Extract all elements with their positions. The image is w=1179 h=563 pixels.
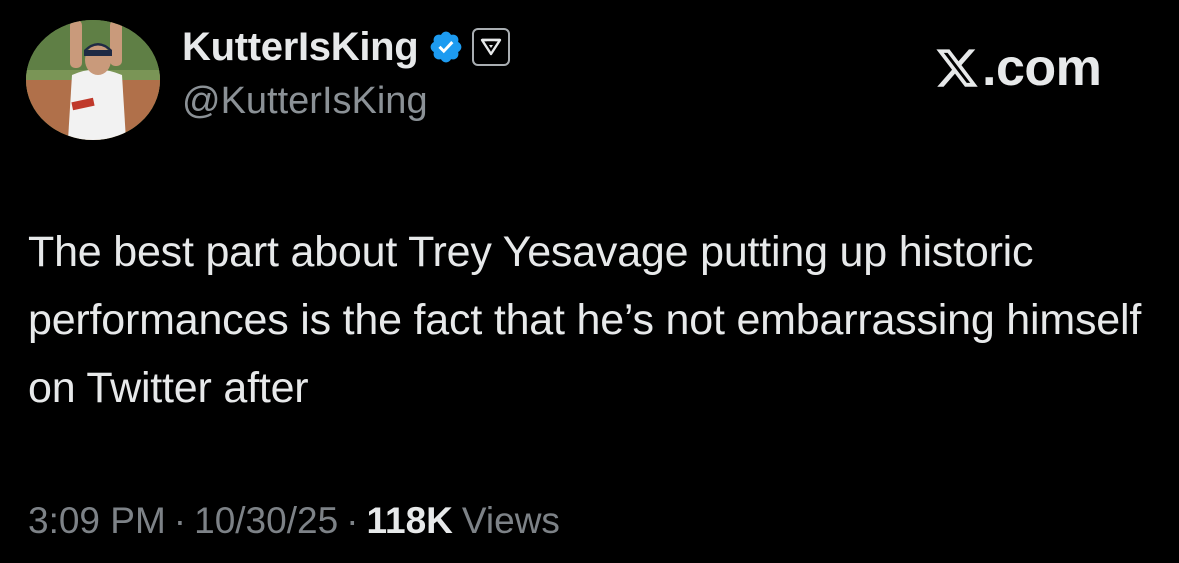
author-name-row: KutterIsKing — [182, 24, 511, 70]
avatar-photo — [26, 20, 160, 140]
tweet-date[interactable]: 10/30/25 — [194, 500, 338, 542]
views-label: Views — [461, 500, 560, 541]
tweet-time[interactable]: 3:09 PM — [28, 500, 166, 542]
x-logo-icon — [936, 49, 978, 87]
views-count[interactable]: 118K — [366, 500, 452, 542]
meta-separator: · — [173, 500, 187, 541]
author-handle[interactable]: @KutterIsKing — [182, 80, 428, 123]
brand-domain-label: .com — [982, 39, 1102, 97]
meta-separator: · — [346, 500, 359, 541]
avatar[interactable] — [26, 20, 160, 140]
tweet-meta: 3:09 PM · 10/30/25 · 118K Views — [28, 500, 560, 542]
author-display-name[interactable]: KutterIsKing — [182, 25, 419, 70]
verified-badge-icon — [428, 29, 464, 65]
affiliate-badge-icon[interactable] — [472, 28, 511, 66]
tweet-text: The best part about Trey Yesavage puttin… — [28, 228, 1142, 412]
brand-watermark: .com — [934, 38, 1102, 98]
